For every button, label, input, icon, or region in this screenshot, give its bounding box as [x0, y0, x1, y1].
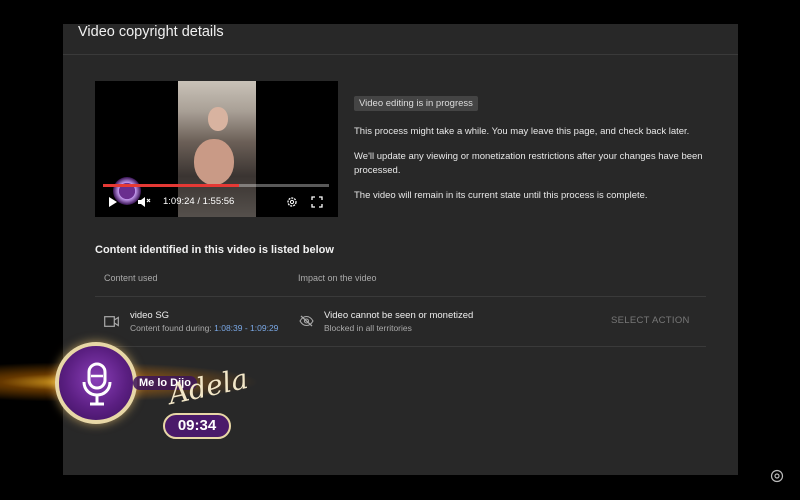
select-action-button[interactable]: SELECT ACTION: [611, 315, 690, 326]
video-progress-fill: [103, 184, 239, 187]
row-divider: [95, 346, 706, 347]
eye-off-icon: [299, 314, 314, 332]
fullscreen-icon[interactable]: [311, 195, 323, 213]
column-header-impact: Impact on the video: [298, 273, 377, 283]
screen: Video copyright details 1:09:24 / 1:55:5…: [0, 0, 800, 500]
video-person-front: [194, 139, 234, 185]
microphone-icon: [81, 362, 113, 411]
video-time: 1:09:24 / 1:55:56: [163, 196, 235, 207]
settings-icon[interactable]: [286, 195, 298, 213]
content-found-label: Content found during:: [130, 323, 212, 333]
status-line-1: This process might take a while. You may…: [354, 126, 690, 137]
dialog-title: Video copyright details: [78, 24, 224, 40]
video-person-back: [208, 107, 228, 131]
volume-icon[interactable]: [137, 195, 151, 213]
status-line-3: The video will remain in its current sta…: [354, 190, 648, 201]
video-progress-bar[interactable]: [103, 184, 329, 187]
row-divider: [95, 296, 706, 297]
column-header-content-used: Content used: [104, 273, 158, 283]
clock-badge: 09:34: [163, 413, 231, 439]
play-icon[interactable]: [109, 197, 117, 207]
content-section-title: Content identified in this video is list…: [95, 244, 334, 256]
status-line-2: We'll update any viewing or monetization…: [354, 151, 703, 176]
content-name: video SG: [130, 310, 170, 321]
impact-title: Video cannot be seen or monetized: [324, 310, 474, 321]
camera-icon: [104, 314, 119, 332]
gear-icon[interactable]: [770, 469, 784, 488]
impact-subtitle: Blocked in all territories: [324, 323, 412, 333]
copyright-dialog: Video copyright details 1:09:24 / 1:55:5…: [63, 24, 738, 475]
title-divider: [63, 54, 738, 55]
status-badge: Video editing is in progress: [354, 96, 478, 111]
podcast-logo: [55, 342, 137, 424]
content-found: Content found during: 1:08:39 - 1:09:29: [130, 323, 278, 333]
content-found-range[interactable]: 1:08:39 - 1:09:29: [214, 323, 278, 333]
video-player[interactable]: 1:09:24 / 1:55:56: [95, 81, 338, 217]
